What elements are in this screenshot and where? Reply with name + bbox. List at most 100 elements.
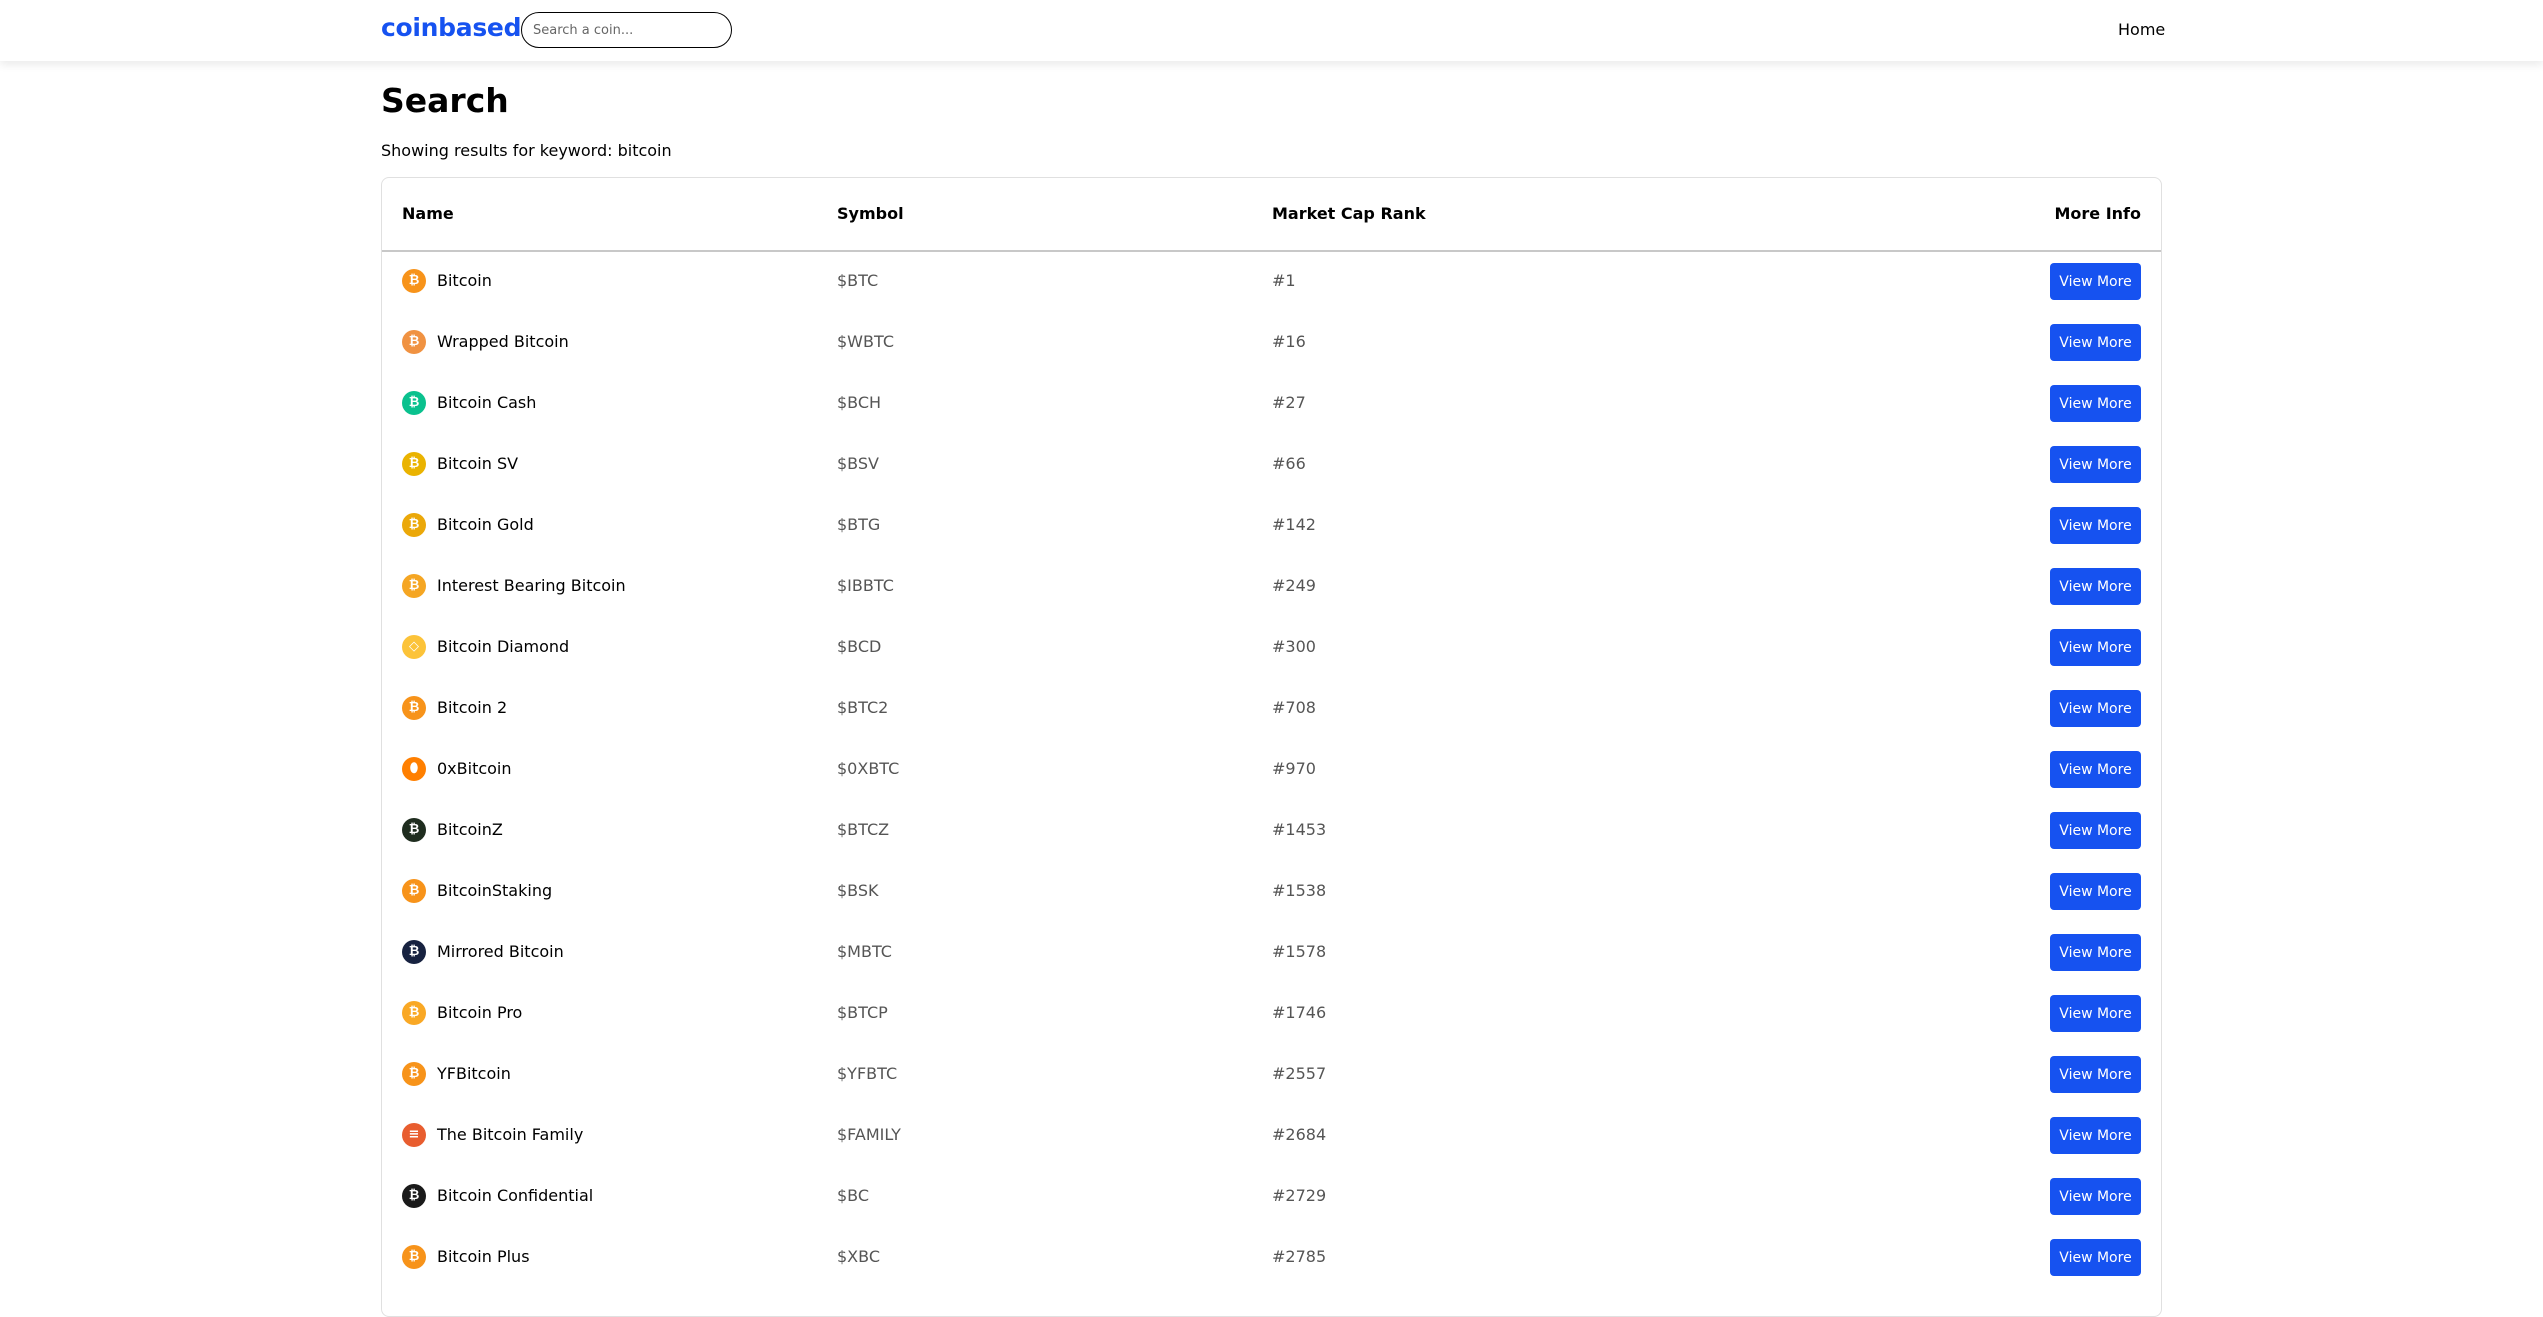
table-row: ₿ Bitcoin Plus $XBC #2785 View More [382,1228,2161,1289]
coin-name: Bitcoin Plus [437,1247,530,1266]
table-row: ₿ Bitcoin Confidential $BC #2729 View More [382,1167,2161,1228]
coin-symbol: $BTC [837,271,879,290]
view-more-button[interactable]: View More [2050,873,2141,910]
coin-market-cap-rank: #300 [1272,637,1316,656]
yfbitcoin-icon: ₿ [402,1062,426,1086]
coin-name: The Bitcoin Family [437,1125,584,1144]
coin-symbol: $MBTC [837,942,892,961]
view-more-button[interactable]: View More [2050,629,2141,666]
bitcoin-plus-icon: ₿ [402,1245,426,1269]
view-more-button[interactable]: View More [2050,1178,2141,1215]
coin-name: YFBitcoin [437,1064,511,1083]
coin-symbol: $BC [837,1186,870,1205]
coin-market-cap-rank: #1538 [1272,881,1327,900]
coin-name: Bitcoin SV [437,454,519,473]
bitcoin-pro-icon: ₿ [402,1001,426,1025]
table-row: ₿ Bitcoin Cash $BCH #27 View More [382,374,2161,435]
coin-symbol: $BTG [837,515,881,534]
coin-market-cap-rank: #1578 [1272,942,1327,961]
coin-symbol: $YFBTC [837,1064,898,1083]
coin-market-cap-rank: #16 [1272,332,1306,351]
bitcoinz-icon: ₿ [402,818,426,842]
bitcoin-confidential-icon: ₿ [402,1184,426,1208]
header-more-info: More Info [2054,204,2141,223]
search-results-subtitle: Showing results for keyword: bitcoin [381,141,672,160]
coin-market-cap-rank: #708 [1272,698,1316,717]
table-row: ◇ Bitcoin Diamond $BCD #300 View More [382,618,2161,679]
coin-symbol: $IBBTC [837,576,894,595]
coin-market-cap-rank: #2729 [1272,1186,1327,1205]
brand-logo[interactable]: coinbased [381,13,521,42]
coin-name: Wrapped Bitcoin [437,332,569,351]
view-more-button[interactable]: View More [2050,1239,2141,1276]
view-more-button[interactable]: View More [2050,812,2141,849]
table-row: ₿ Mirrored Bitcoin $MBTC #1578 View More [382,923,2161,984]
0xbitcoin-icon: ⬮ [402,757,426,781]
coin-market-cap-rank: #1 [1272,271,1296,290]
view-more-button[interactable]: View More [2050,934,2141,971]
header-name: Name [402,204,454,223]
coin-symbol: $0XBTC [837,759,900,778]
coin-symbol: $BSV [837,454,879,473]
bitcoinstaking-icon: ₿ [402,879,426,903]
view-more-button[interactable]: View More [2050,446,2141,483]
nav-home-link[interactable]: Home [2118,20,2165,39]
coin-symbol: $BTCP [837,1003,888,1022]
coin-name: Bitcoin Gold [437,515,534,534]
view-more-button[interactable]: View More [2050,568,2141,605]
coin-name: Interest Bearing Bitcoin [437,576,626,595]
coin-market-cap-rank: #970 [1272,759,1316,778]
table-row: ⬮ 0xBitcoin $0XBTC #970 View More [382,740,2161,801]
table-row: ₿ BitcoinZ $BTCZ #1453 View More [382,801,2161,862]
coin-market-cap-rank: #2557 [1272,1064,1327,1083]
coin-symbol: $XBC [837,1247,881,1266]
table-row: ₿ Bitcoin SV $BSV #66 View More [382,435,2161,496]
view-more-button[interactable]: View More [2050,1056,2141,1093]
coin-symbol: $WBTC [837,332,894,351]
header-market-cap-rank: Market Cap Rank [1272,204,1426,223]
coin-market-cap-rank: #2684 [1272,1125,1327,1144]
view-more-button[interactable]: View More [2050,507,2141,544]
coin-name: Bitcoin Diamond [437,637,570,656]
view-more-button[interactable]: View More [2050,263,2141,300]
header-symbol: Symbol [837,204,904,223]
search-input[interactable] [521,12,732,48]
coin-symbol: $BTC2 [837,698,889,717]
view-more-button[interactable]: View More [2050,1117,2141,1154]
table-row: ₿ BitcoinStaking $BSK #1538 View More [382,862,2161,923]
coin-symbol: $BTCZ [837,820,890,839]
table-row: ₿ Bitcoin $BTC #1 View More [382,252,2161,313]
coin-symbol: $BSK [837,881,879,900]
coin-market-cap-rank: #2785 [1272,1247,1327,1266]
results-table: Name Symbol Market Cap Rank More Info ₿ B… [381,177,2162,1317]
coin-symbol: $FAMILY [837,1125,901,1144]
bitcoin-diamond-icon: ◇ [402,635,426,659]
table-row: ₿ Interest Bearing Bitcoin $IBBTC #249 View … [382,557,2161,618]
coin-market-cap-rank: #249 [1272,576,1316,595]
coin-market-cap-rank: #1746 [1272,1003,1327,1022]
bitcoin-cash-icon: ₿ [402,391,426,415]
mirrored-bitcoin-icon: ₿ [402,940,426,964]
view-more-button[interactable]: View More [2050,385,2141,422]
coin-name: Bitcoin Cash [437,393,537,412]
table-row: ₿ YFBitcoin $YFBTC #2557 View More [382,1045,2161,1106]
coin-name: BitcoinZ [437,820,503,839]
view-more-button[interactable]: View More [2050,995,2141,1032]
coin-market-cap-rank: #142 [1272,515,1316,534]
interest-bearing-bitcoin-icon: ₿ [402,574,426,598]
coin-name: Bitcoin Pro [437,1003,523,1022]
view-more-button[interactable]: View More [2050,324,2141,361]
view-more-button[interactable]: View More [2050,751,2141,788]
view-more-button[interactable]: View More [2050,690,2141,727]
navbar: coinbased Home [0,0,2543,61]
bitcoin-icon: ₿ [402,269,426,293]
coin-symbol: $BCH [837,393,882,412]
coin-name: BitcoinStaking [437,881,553,900]
bitcoin-sv-icon: ₿ [402,452,426,476]
table-row: ≡ The Bitcoin Family $FAMILY #2684 View More [382,1106,2161,1167]
coin-symbol: $BCD [837,637,882,656]
bitcoin-gold-icon: ₿ [402,513,426,537]
coin-name: Bitcoin 2 [437,698,508,717]
table-row: ₿ Bitcoin Gold $BTG #142 View More [382,496,2161,557]
coin-name: Mirrored Bitcoin [437,942,564,961]
